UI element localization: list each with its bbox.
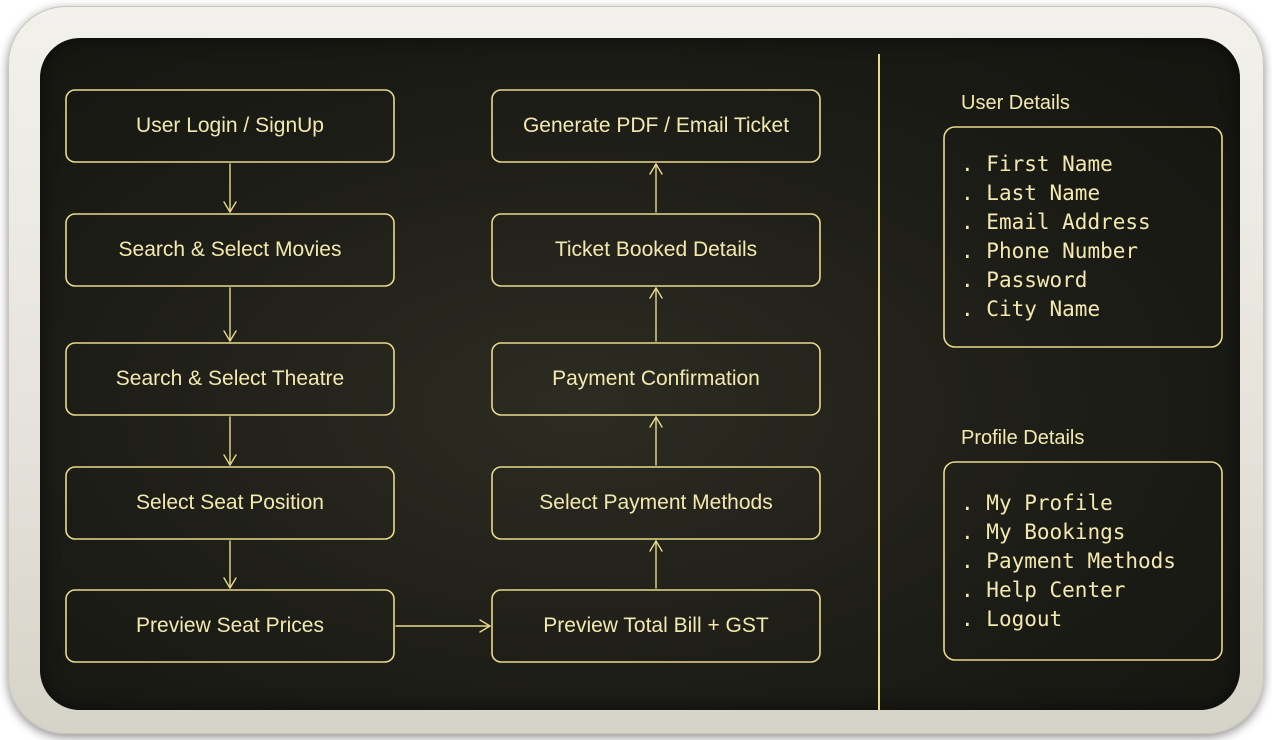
list-item: Payment Methods xyxy=(961,547,1176,576)
arrow-up-4 xyxy=(649,163,663,213)
arrow-up-1 xyxy=(649,540,663,589)
step-generate-ticket: Generate PDF / Email Ticket xyxy=(522,114,790,137)
user-details-title: User Details xyxy=(961,92,1070,114)
step-preview-seat-prices: Preview Seat Prices xyxy=(136,614,324,637)
arrow-up-3 xyxy=(649,287,663,342)
arrow-down-2 xyxy=(223,287,237,342)
step-preview-total: Preview Total Bill + GST xyxy=(543,614,769,637)
step-payment-confirmation: Payment Confirmation xyxy=(552,367,760,390)
step-ticket-booked: Ticket Booked Details xyxy=(554,238,758,261)
list-item: My Profile xyxy=(961,489,1176,518)
list-item: Last Name xyxy=(961,179,1151,208)
section-divider xyxy=(878,54,880,710)
step-select-seat: Select Seat Position xyxy=(136,491,324,514)
arrow-up-2 xyxy=(649,416,663,466)
list-item: Password xyxy=(961,266,1151,295)
step-payment-methods: Select Payment Methods xyxy=(539,491,773,514)
list-item: Help Center xyxy=(961,576,1176,605)
user-details-list: First Name Last Name Email Address Phone… xyxy=(961,150,1151,324)
step-search-movies: Search & Select Movies xyxy=(118,238,342,261)
list-item: City Name xyxy=(961,295,1151,324)
list-item: First Name xyxy=(961,150,1151,179)
step-user-login: User Login / SignUp xyxy=(136,114,324,137)
arrow-down-4 xyxy=(223,540,237,589)
arrow-down-1 xyxy=(223,163,237,213)
arrow-right xyxy=(395,619,491,633)
profile-details-list: My Profile My Bookings Payment Methods H… xyxy=(961,489,1176,634)
list-item: Email Address xyxy=(961,208,1150,237)
profile-details-title: Profile Details xyxy=(961,427,1085,449)
arrow-down-3 xyxy=(223,416,237,466)
step-search-theatre: Search & Select Theatre xyxy=(115,367,345,390)
list-item: Phone Number xyxy=(961,237,1151,266)
list-item: Logout xyxy=(961,605,1176,634)
list-item: My Bookings xyxy=(961,518,1176,547)
